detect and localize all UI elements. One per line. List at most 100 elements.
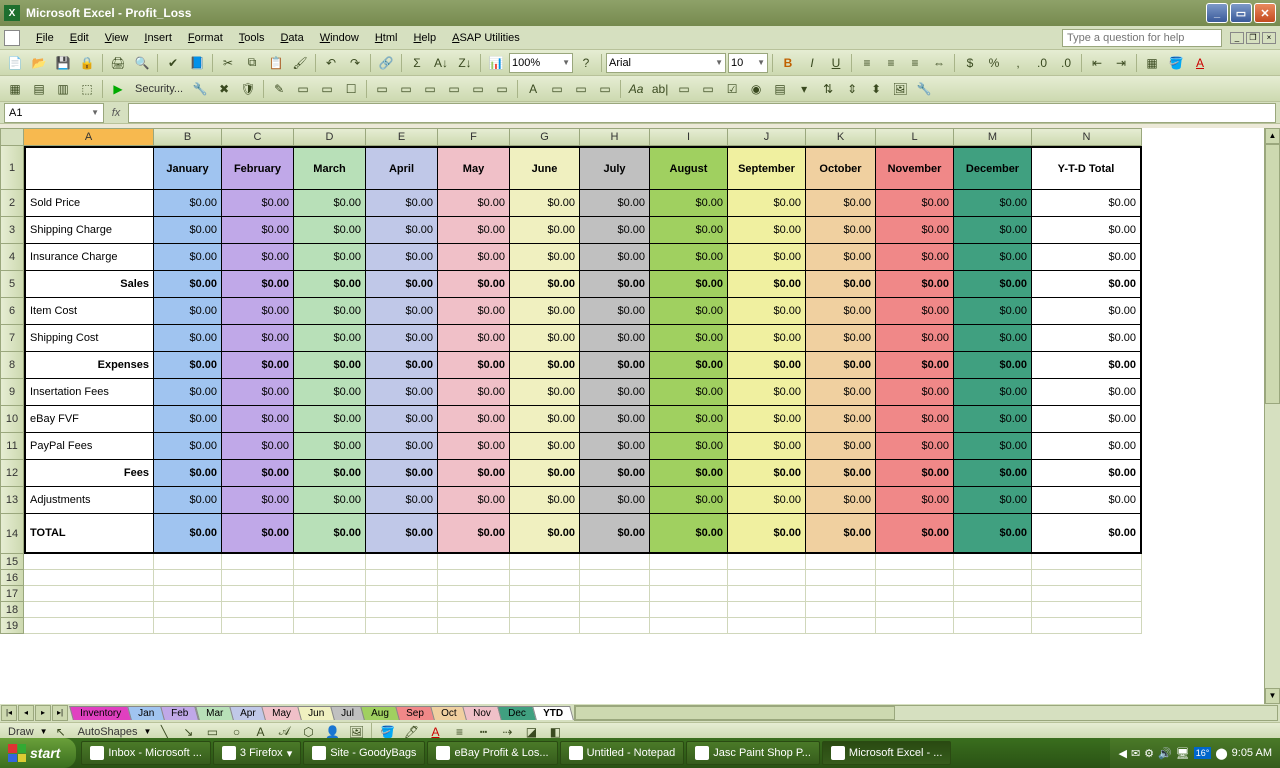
cell-D7[interactable]: $0.00 xyxy=(294,325,366,352)
column-header-D[interactable]: D xyxy=(294,128,366,146)
cell-K11[interactable]: $0.00 xyxy=(806,433,876,460)
select-all-corner[interactable] xyxy=(0,128,24,146)
cell-G9[interactable]: $0.00 xyxy=(510,379,580,406)
cell-E9[interactable]: $0.00 xyxy=(366,379,438,406)
start-button[interactable]: start xyxy=(0,738,76,768)
cell-G14[interactable]: $0.00 xyxy=(510,514,580,554)
cell-J16[interactable] xyxy=(728,570,806,586)
tb2-icon[interactable]: ▥ xyxy=(52,78,74,100)
cell-H13[interactable]: $0.00 xyxy=(580,487,650,514)
cell-E15[interactable] xyxy=(366,554,438,570)
cell-N14[interactable]: $0.00 xyxy=(1032,514,1142,554)
cell-C15[interactable] xyxy=(222,554,294,570)
cell-D12[interactable]: $0.00 xyxy=(294,460,366,487)
cell-K4[interactable]: $0.00 xyxy=(806,244,876,271)
more-controls-icon[interactable]: 🔧 xyxy=(913,78,935,100)
cell-A15[interactable] xyxy=(24,554,154,570)
cell-M3[interactable]: $0.00 xyxy=(954,217,1032,244)
cell-L10[interactable]: $0.00 xyxy=(876,406,954,433)
cell-G12[interactable]: $0.00 xyxy=(510,460,580,487)
sort-desc-icon[interactable]: Z↓ xyxy=(454,52,476,74)
row-header-12[interactable]: 12 xyxy=(0,460,24,487)
cell-E13[interactable]: $0.00 xyxy=(366,487,438,514)
cell-D9[interactable]: $0.00 xyxy=(294,379,366,406)
menu-html[interactable]: Html xyxy=(367,30,406,46)
cell-F7[interactable]: $0.00 xyxy=(438,325,510,352)
help-question-input[interactable] xyxy=(1062,29,1222,47)
cell-F5[interactable]: $0.00 xyxy=(438,271,510,298)
cell-C13[interactable]: $0.00 xyxy=(222,487,294,514)
tb2-icon[interactable]: ▤ xyxy=(28,78,50,100)
form-control-icon[interactable]: ▭ xyxy=(443,78,465,100)
taskbar-item[interactable]: Inbox - Microsoft ... xyxy=(81,741,211,765)
cell-N12[interactable]: $0.00 xyxy=(1032,460,1142,487)
cell-M8[interactable]: $0.00 xyxy=(954,352,1032,379)
sheet-tab-inventory[interactable]: Inventory xyxy=(69,706,132,720)
cell-C6[interactable]: $0.00 xyxy=(222,298,294,325)
taskbar-item[interactable]: Jasc Paint Shop P... xyxy=(686,741,820,765)
tray-icon[interactable]: ⚙ xyxy=(1144,747,1154,760)
cell-B3[interactable]: $0.00 xyxy=(154,217,222,244)
cell-H1[interactable]: July xyxy=(580,146,650,190)
cell-A3[interactable]: Shipping Charge xyxy=(24,217,154,244)
menu-asap-utilities[interactable]: ASAP Utilities xyxy=(444,30,528,46)
decrease-indent-icon[interactable]: ⇤ xyxy=(1086,52,1108,74)
cell-C4[interactable]: $0.00 xyxy=(222,244,294,271)
row-header-17[interactable]: 17 xyxy=(0,586,24,602)
form-control-icon[interactable]: ▭ xyxy=(594,78,616,100)
cell-H12[interactable]: $0.00 xyxy=(580,460,650,487)
cell-F8[interactable]: $0.00 xyxy=(438,352,510,379)
cell-G7[interactable]: $0.00 xyxy=(510,325,580,352)
cell-G2[interactable]: $0.00 xyxy=(510,190,580,217)
cell-K8[interactable]: $0.00 xyxy=(806,352,876,379)
row-header-14[interactable]: 14 xyxy=(0,514,24,554)
cell-B8[interactable]: $0.00 xyxy=(154,352,222,379)
cell-L19[interactable] xyxy=(876,618,954,634)
cell-M5[interactable]: $0.00 xyxy=(954,271,1032,298)
cell-G10[interactable]: $0.00 xyxy=(510,406,580,433)
cell-H7[interactable]: $0.00 xyxy=(580,325,650,352)
image-control-icon[interactable]: 🖼 xyxy=(889,78,911,100)
cell-K5[interactable]: $0.00 xyxy=(806,271,876,298)
window-close-button[interactable]: ✕ xyxy=(1254,3,1276,23)
cell-M7[interactable]: $0.00 xyxy=(954,325,1032,352)
menu-window[interactable]: Window xyxy=(312,30,367,46)
align-right-icon[interactable]: ≡ xyxy=(904,52,926,74)
cell-A11[interactable]: PayPal Fees xyxy=(24,433,154,460)
cell-I14[interactable]: $0.00 xyxy=(650,514,728,554)
cell-E11[interactable]: $0.00 xyxy=(366,433,438,460)
cell-D8[interactable]: $0.00 xyxy=(294,352,366,379)
cell-L3[interactable]: $0.00 xyxy=(876,217,954,244)
cell-I4[interactable]: $0.00 xyxy=(650,244,728,271)
cell-C5[interactable]: $0.00 xyxy=(222,271,294,298)
paste-icon[interactable]: 📋 xyxy=(265,52,287,74)
cell-E1[interactable]: April xyxy=(366,146,438,190)
cell-K1[interactable]: October xyxy=(806,146,876,190)
cell-E3[interactable]: $0.00 xyxy=(366,217,438,244)
cell-K2[interactable]: $0.00 xyxy=(806,190,876,217)
window-minimize-button[interactable]: _ xyxy=(1206,3,1228,23)
cell-K10[interactable]: $0.00 xyxy=(806,406,876,433)
cell-A8[interactable]: Expenses xyxy=(24,352,154,379)
cell-B7[interactable]: $0.00 xyxy=(154,325,222,352)
cell-B10[interactable]: $0.00 xyxy=(154,406,222,433)
cell-G4[interactable]: $0.00 xyxy=(510,244,580,271)
taskbar-item[interactable]: 3 Firefox ▾ xyxy=(213,741,301,765)
cell-I6[interactable]: $0.00 xyxy=(650,298,728,325)
menu-edit[interactable]: Edit xyxy=(62,30,97,46)
cell-H9[interactable]: $0.00 xyxy=(580,379,650,406)
cell-J4[interactable]: $0.00 xyxy=(728,244,806,271)
cell-I9[interactable]: $0.00 xyxy=(650,379,728,406)
cell-I1[interactable]: August xyxy=(650,146,728,190)
sheet-tab-oct[interactable]: Oct xyxy=(430,706,467,720)
cell-G17[interactable] xyxy=(510,586,580,602)
cell-E16[interactable] xyxy=(366,570,438,586)
cell-F3[interactable]: $0.00 xyxy=(438,217,510,244)
sheet-tab-mar[interactable]: Mar xyxy=(195,706,234,720)
autosum-icon[interactable]: Σ xyxy=(406,52,428,74)
cell-M16[interactable] xyxy=(954,570,1032,586)
cell-B11[interactable]: $0.00 xyxy=(154,433,222,460)
cell-F12[interactable]: $0.00 xyxy=(438,460,510,487)
cell-A12[interactable]: Fees xyxy=(24,460,154,487)
open-icon[interactable]: 📂 xyxy=(28,52,50,74)
